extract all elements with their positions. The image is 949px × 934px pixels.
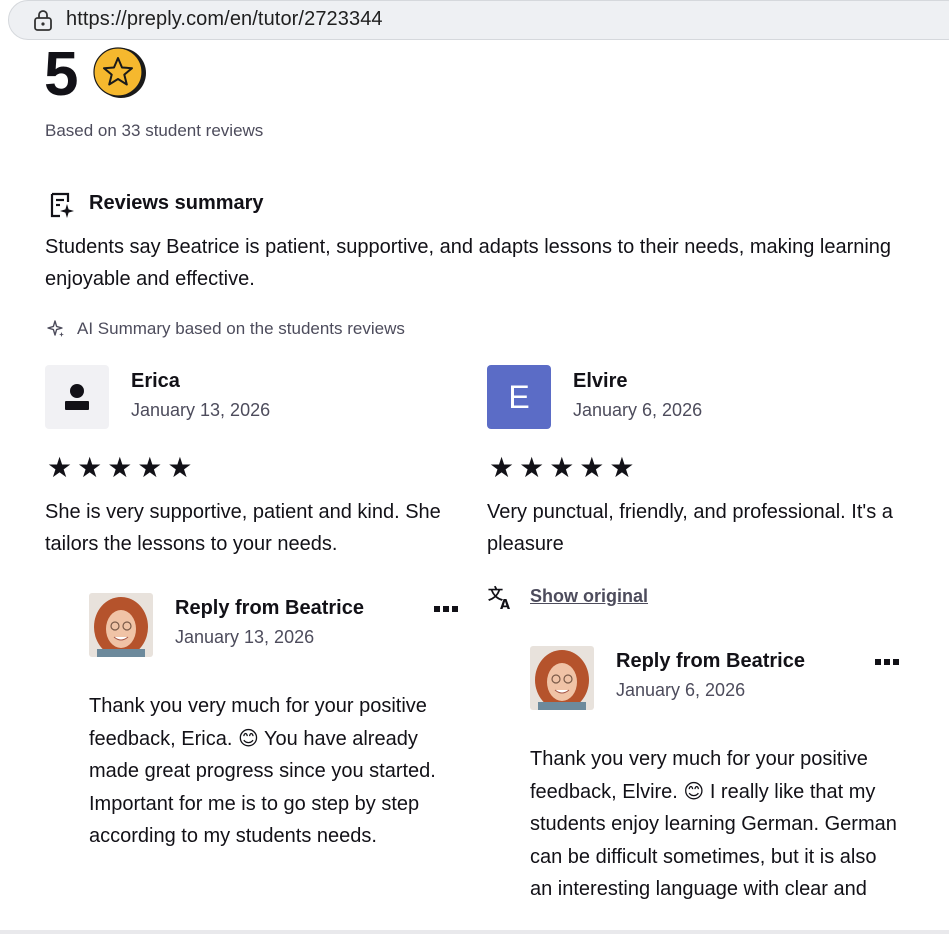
reply-title: Reply from Beatrice xyxy=(175,597,364,619)
reply-date: January 6, 2026 xyxy=(616,680,746,700)
tutor-photo xyxy=(89,593,153,657)
reviewer-name: Erica xyxy=(131,370,180,392)
user-placeholder-icon xyxy=(65,384,89,410)
ai-summary-icon xyxy=(50,192,74,218)
reviewer-name: Elvire xyxy=(573,370,628,392)
tutor-photo xyxy=(530,646,594,710)
reviews-summary-text: Students say Beatrice is patient, suppor… xyxy=(45,236,892,290)
avatar: E xyxy=(487,365,551,429)
reviews-count: Based on 33 student reviews xyxy=(45,121,264,140)
gold-star-icon xyxy=(93,47,146,98)
more-options-icon[interactable] xyxy=(874,656,900,668)
review-date: January 6, 2026 xyxy=(573,400,703,420)
review-text: Very punctual, friendly, and professiona… xyxy=(487,501,893,555)
show-original-link[interactable]: Show original xyxy=(530,586,648,607)
lock-icon[interactable] xyxy=(32,8,54,32)
reply-title: Reply from Beatrice xyxy=(616,650,805,672)
star-rating: ★★★★★ xyxy=(489,452,640,483)
ai-summary-note: AI Summary based on the students reviews xyxy=(77,319,405,338)
url-text[interactable]: https://preply.com/en/tutor/2723344 xyxy=(66,8,383,31)
reply-text: Thank you very much for your positive fe… xyxy=(89,695,436,847)
sparkle-icon xyxy=(47,320,64,337)
translate-icon: 文 A xyxy=(488,585,510,611)
reviews-summary-title: Reviews summary xyxy=(89,192,264,214)
reply-date: January 13, 2026 xyxy=(175,627,315,647)
reply-text: Thank you very much for your positive fe… xyxy=(530,748,897,900)
svg-text:A: A xyxy=(500,598,510,611)
star-rating: ★★★★★ xyxy=(47,452,198,483)
tutor-avatar xyxy=(89,593,153,657)
more-options-icon[interactable] xyxy=(433,603,459,615)
review-date: January 13, 2026 xyxy=(131,400,271,420)
rating-value: 5 xyxy=(44,40,79,109)
tutor-avatar xyxy=(530,646,594,710)
divider xyxy=(0,930,949,934)
url-field[interactable]: https://preply.com/en/tutor/2723344 xyxy=(8,0,949,40)
avatar xyxy=(45,365,109,429)
browser-address-bar: https://preply.com/en/tutor/2723344 xyxy=(0,0,949,44)
review-text: She is very supportive, patient and kind… xyxy=(45,501,441,555)
